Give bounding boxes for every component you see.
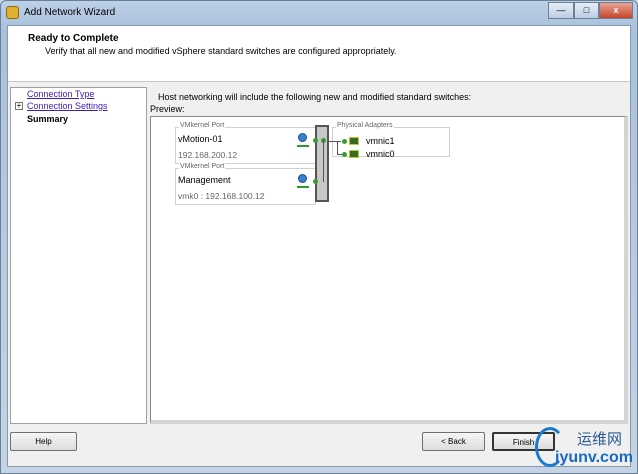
back-button[interactable]: < Back [422,432,485,451]
nav-connection-type[interactable]: Connection Type [27,89,94,99]
vmkernel-port-management[interactable]: VMkernel Port Management vmk0 : 192.168.… [175,163,316,205]
watermark: 运维网 iyunv.com [533,425,637,473]
connector-line [329,141,341,142]
preview-label: Preview: [150,104,185,114]
steps-nav: Connection Type + Connection Settings Su… [10,87,147,424]
nav-summary: Summary [27,114,69,124]
vmkernel-icon [297,133,309,147]
connector-line [337,141,338,154]
vmkernel-port-vmotion[interactable]: VMkernel Port vMotion-01 192.168.200.12 [175,122,316,164]
window-title: Add Network Wizard [24,7,116,18]
app-icon [6,6,19,19]
help-button[interactable]: Help [10,432,77,451]
minimize-button[interactable]: — [548,2,574,19]
wizard-header: Ready to Complete Verify that all new an… [8,26,630,82]
page-subtitle: Verify that all new and modified vSphere… [45,46,397,56]
port-name: Management [178,175,231,185]
connector-dot [313,179,318,184]
watermark-url: iyunv.com [555,449,633,466]
wizard-window: Add Network Wizard — □ x Ready to Comple… [0,0,638,474]
port-ip: 192.168.200.12 [178,150,238,160]
description: Host networking will include the followi… [158,92,472,102]
connector-dot [313,138,318,143]
connector-line [323,140,324,182]
wizard-body: Ready to Complete Verify that all new an… [7,25,631,467]
port-name: vMotion-01 [178,134,223,144]
group-label: VMkernel Port [179,122,226,129]
nic-name: vmnic1 [366,136,395,146]
title-bar: Add Network Wizard — □ x [1,1,637,25]
port-ip: vmk0 : 192.168.100.12 [178,191,265,201]
vmkernel-icon [297,174,309,188]
connector-dot [342,152,347,157]
page-title: Ready to Complete [28,33,119,44]
nic-icon [349,150,359,158]
watermark-text: 运维网 [577,430,623,448]
group-label: Physical Adapters [336,122,394,129]
vswitch-bar [315,125,329,202]
connector-dot [342,139,347,144]
maximize-button[interactable]: □ [574,2,599,19]
physical-adapters[interactable]: Physical Adapters vmnic1 vmnic0 [329,122,450,159]
group-label: VMkernel Port [179,163,226,170]
expand-icon[interactable]: + [15,102,23,110]
nic-name: vmnic0 [366,149,395,159]
nic-icon [349,137,359,145]
nav-connection-settings[interactable]: Connection Settings [27,101,108,111]
preview-panel: VMkernel Port vMotion-01 192.168.200.12 … [150,116,628,424]
close-button[interactable]: x [599,2,633,19]
